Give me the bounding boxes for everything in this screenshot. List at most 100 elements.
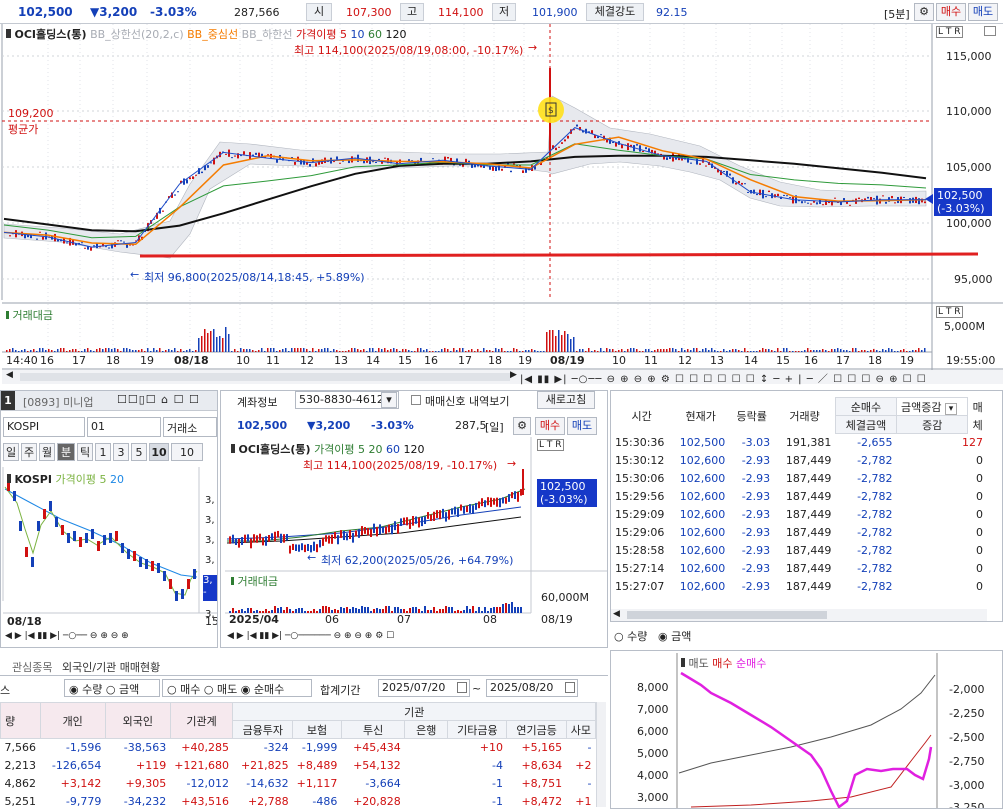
mid-period[interactable]: [일] <box>485 419 504 435</box>
volume-bar <box>126 348 128 352</box>
refresh-button[interactable]: 새로고침 <box>537 391 595 409</box>
radio-qty[interactable]: ◉ 수량 <box>69 683 102 696</box>
daily-nav[interactable]: ◀ ▶ |◀ ▮▮ ▶| ─○────── ⊖ ⊕ ⊖ ⊕ ⚙ ☐ <box>227 631 394 641</box>
main-chart[interactable]: $ OCI홀딩스(통) BB_상한선(20,2,c) BB_중심선 BB_하한선… <box>0 24 1003 386</box>
tick-scroll-left-icon[interactable]: ◀ <box>613 609 620 619</box>
candle <box>759 189 761 196</box>
calendar-icon[interactable] <box>565 682 575 693</box>
scroll-track[interactable] <box>20 373 510 381</box>
daily-ltr[interactable]: L T R <box>537 439 564 451</box>
daily-candle <box>475 502 477 510</box>
volume-bar <box>717 351 719 352</box>
candle <box>639 145 641 152</box>
ltr-toggle[interactable]: L T R <box>936 26 963 38</box>
main-chart-svg[interactable]: $ <box>0 24 1003 386</box>
mini-candle <box>49 501 52 511</box>
calendar-icon[interactable] <box>457 682 467 693</box>
period-tab[interactable]: 1 <box>95 443 111 461</box>
mini-candle <box>175 591 178 601</box>
volume-bar <box>597 351 599 352</box>
toolbar-icons[interactable]: |◀ ▮▮ ▶| ─○── ⊖ ⊕ ⊖ ⊕ ⚙ ☐ ☐ ☐ ☐ ☐ ☐ ↕ ─ … <box>520 370 927 385</box>
period-tab[interactable]: 일 <box>3 443 19 461</box>
volume-bar <box>453 348 455 352</box>
investor-row[interactable]: 4,862 +3,142 +9,305 -12,012 -14,632 +1,117 -3,… <box>1 775 596 793</box>
x-tick: 18 <box>868 354 882 367</box>
tick-scrollbar[interactable]: ◀ <box>611 609 987 621</box>
scroll-left-icon[interactable]: ◀ <box>6 370 13 380</box>
volume-bar <box>777 348 779 352</box>
volume-bar <box>483 348 485 352</box>
x-tick: 15 <box>398 354 412 367</box>
daily-candle <box>403 517 405 525</box>
mini-nav[interactable]: ◀ ▶ |◀ ▮▮ ▶| ─○── ⊖ ⊕ ⊖ ⊕ <box>5 631 129 641</box>
volume-bar <box>831 349 833 352</box>
tick-cell: 15:30:36 <box>615 436 665 449</box>
tick-row[interactable]: 15:27:14 102,600 -2.93 187,449 -2,782 0 <box>611 560 987 578</box>
tick-row[interactable]: 15:30:36 102,500 -3.03 191,381 -2,655 127 <box>611 434 987 452</box>
tick-row[interactable]: 15:28:58 102,600 -2.93 187,449 -2,782 0 <box>611 542 987 560</box>
period-tab[interactable]: 3 <box>113 443 129 461</box>
volume-bar <box>369 348 371 352</box>
flow-radio-amt[interactable]: ◉ 금액 <box>658 628 691 644</box>
expand-icon[interactable] <box>984 26 996 36</box>
investor-row[interactable]: 2,213 -126,654 +119 +121,680 +21,825 +8,489 +5… <box>1 757 596 775</box>
radio-buy[interactable]: ○ 매수 <box>167 683 200 696</box>
mini-exchange[interactable]: 거래소 <box>163 417 217 437</box>
period-tab-active[interactable]: 분 <box>57 443 75 461</box>
mid-buy-button[interactable]: 매수 <box>535 417 565 435</box>
tick-row[interactable]: 15:30:06 102,600 -2.93 187,449 -2,782 0 <box>611 470 987 488</box>
mid-vol: 287,5 <box>455 419 487 432</box>
signal-label[interactable]: 매매신호 내역보기 <box>425 393 509 409</box>
tick-row[interactable]: 15:27:07 102,600 -2.93 187,449 -2,782 0 <box>611 578 987 596</box>
investor-row[interactable]: 5,251 -9,779 -34,232 +43,516 +2,788 -486 +20,8… <box>1 793 596 811</box>
mini-toolbar-icons[interactable]: ☐☐▯☐ ⌂ ☐ ☐ <box>117 393 200 406</box>
mid-gear-icon[interactable]: ⚙ <box>513 417 531 435</box>
buy-button[interactable]: 매수 <box>936 3 966 21</box>
date-from[interactable]: 2025/07/20 <box>378 679 470 697</box>
select-value[interactable]: 금액증감 <box>901 401 941 414</box>
tick-scroll-thumb[interactable] <box>627 611 827 619</box>
daily-vol-tick: 60,000M <box>541 591 589 604</box>
period-tab-selected[interactable]: 10 <box>149 443 169 461</box>
volume-bar <box>216 337 218 352</box>
investor-scroll[interactable] <box>596 702 606 807</box>
period-tab[interactable]: 5 <box>131 443 147 461</box>
support-line <box>139 252 979 258</box>
daily-x-tick: 08/19 <box>541 613 573 626</box>
tick-row[interactable]: 15:29:09 102,600 -2.93 187,449 -2,782 0 <box>611 506 987 524</box>
period-tab[interactable]: 틱 <box>77 443 93 461</box>
daily-volume-bar <box>304 611 306 613</box>
flow-radio-qty[interactable]: ○ 수량 <box>614 628 647 644</box>
radio-net[interactable]: ◉ 순매수 <box>241 683 284 696</box>
legend-ma120: 120 <box>385 28 407 41</box>
period-tab[interactable]: 주 <box>21 443 37 461</box>
mini-index-field[interactable]: KOSPI <box>3 417 85 437</box>
settings-gear-icon[interactable]: ⚙ <box>914 3 934 21</box>
sell-button[interactable]: 매도 <box>968 3 998 21</box>
candle <box>705 165 707 167</box>
tick-row[interactable]: 15:29:56 102,600 -2.93 187,449 -2,782 0 <box>611 488 987 506</box>
mini-code-field[interactable]: 01 <box>87 417 161 437</box>
acct-dropdown-icon[interactable]: ▾ <box>381 392 397 408</box>
flow-ltick: 4,000 <box>637 769 669 782</box>
radio-amt[interactable]: ○ 금액 <box>106 683 139 696</box>
select-dropdown-icon[interactable]: ▾ <box>945 402 958 415</box>
tab-investor[interactable]: 외국인/기관 매매현황 <box>62 659 160 675</box>
scroll-right-icon[interactable]: ▶ <box>510 370 517 380</box>
radio-sell[interactable]: ○ 매도 <box>204 683 237 696</box>
tab-interest[interactable]: 관심종목 <box>12 659 52 675</box>
period-label[interactable]: [5분] <box>884 6 910 22</box>
mid-sell-button[interactable]: 매도 <box>567 417 597 435</box>
signal-icon: $ <box>548 106 554 116</box>
volume-bar <box>111 349 113 352</box>
signal-checkbox[interactable] <box>411 395 421 405</box>
date-to[interactable]: 2025/08/20 <box>486 679 578 697</box>
period-select[interactable]: 10 <box>171 443 203 461</box>
tick-row[interactable]: 15:30:12 102,600 -2.93 187,449 -2,782 0 <box>611 452 987 470</box>
period-tab[interactable]: 월 <box>39 443 55 461</box>
col-select[interactable]: 금액증감 ▾ <box>896 397 969 416</box>
investor-row[interactable]: 7,566 -1,596 -38,563 +40,285 -324 -1,999 +45,4… <box>1 739 596 757</box>
daily-candle <box>469 504 471 513</box>
mini-tab-num[interactable]: 1 <box>1 391 15 410</box>
tick-row[interactable]: 15:29:06 102,600 -2.93 187,449 -2,782 0 <box>611 524 987 542</box>
